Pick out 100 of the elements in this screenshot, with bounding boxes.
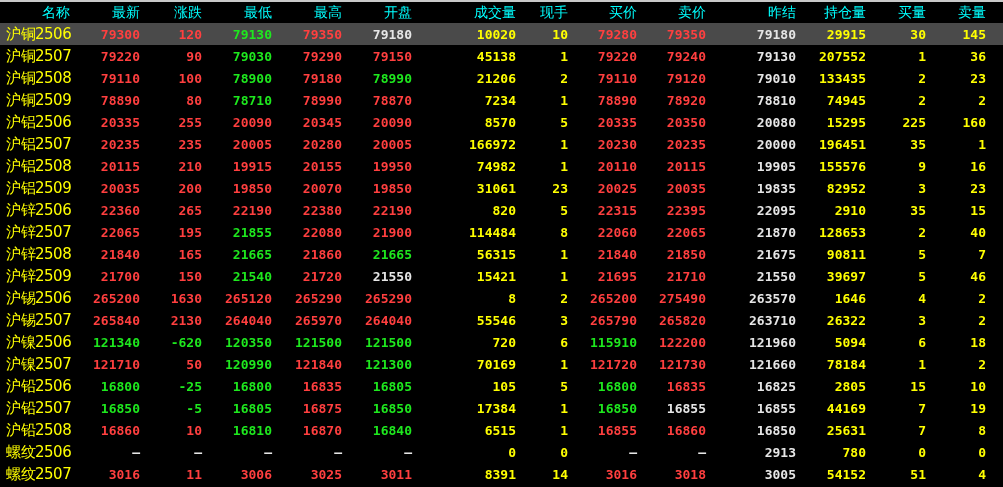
column-header[interactable]: 最低 — [202, 3, 272, 22]
table-cell-text: 22095 — [755, 202, 796, 218]
table-row[interactable]: 沪铅2506 16800 -25 16800 16835 16805 105 5 16800 16835 16825 2805 15 10 — [0, 375, 1003, 397]
table-cell-text: 20000 — [755, 136, 796, 152]
table-cell-text: 2 — [917, 70, 926, 86]
table-cell-text: 120350 — [224, 334, 272, 350]
table-row[interactable]: 沪铜2506 79300 120 79130 79350 79180 10020 10 79280 79350 79180 29915 30 145 — [0, 23, 1003, 45]
table-cell-text: 16835 — [301, 378, 342, 394]
table-cell-text: 7 — [977, 246, 986, 262]
table-cell-text: 0 — [559, 444, 568, 460]
table-cell-text: 160 — [961, 114, 986, 130]
column-header[interactable]: 最高 — [272, 3, 342, 22]
table-row[interactable]: 沪锌2507 22065 195 21855 22080 21900 114484 8 22060 22065 21870 128653 2 40 — [0, 221, 1003, 243]
column-header[interactable]: 名称 — [0, 3, 72, 22]
table-cell-text: 200 — [177, 180, 202, 196]
table-row[interactable]: 沪铝2509 20035 200 19850 20070 19850 31061 23 20025 20035 19835 82952 3 23 — [0, 177, 1003, 199]
table-cell-text: 121660 — [748, 356, 796, 372]
table-row[interactable]: 螺纹2507 3016 11 3006 3025 3011 8391 14 3016 3018 3005 54152 51 4 — [0, 463, 1003, 485]
column-header[interactable]: 现手 — [516, 3, 568, 22]
table-cell-text: 121710 — [92, 356, 140, 372]
table-cell-text: 79130 — [231, 26, 272, 42]
table-cell-text: 36 — [969, 48, 986, 64]
table-cell-text: -620 — [169, 334, 202, 350]
table-cell-text: 1 — [559, 48, 568, 64]
table-cell-text: 0 — [977, 444, 986, 460]
column-header[interactable]: 开盘 — [342, 3, 412, 22]
table-cell-text: 79180 — [301, 70, 342, 86]
table-row[interactable]: 螺纹2506 — — — — — 0 0 — — 2913 780 0 0 — [0, 441, 1003, 463]
table-cell-text: 11 — [185, 466, 202, 482]
contract-name: 沪锡2506 — [5, 288, 72, 308]
table-cell-text: 2130 — [169, 312, 202, 328]
table-cell-text: 74945 — [825, 92, 866, 108]
table-row[interactable]: 沪铝2506 20335 255 20090 20345 20090 8570 5 20335 20350 20080 15295 225 160 — [0, 111, 1003, 133]
table-cell-text: 2 — [977, 290, 986, 306]
contract-name: 沪镍2506 — [5, 332, 72, 352]
table-row[interactable]: 沪锡2506 265200 1630 265120 265290 265290 8 2 265200 275490 263570 1646 4 2 — [0, 287, 1003, 309]
table-row[interactable]: 沪镍2507 121710 50 120990 121840 121300 70169 1 121720 121730 121660 78184 1 2 — [0, 353, 1003, 375]
table-cell-text: 79350 — [665, 26, 706, 42]
table-cell-text: 210 — [177, 158, 202, 174]
table-cell-text: 15 — [969, 202, 986, 218]
table-row[interactable]: 沪锌2506 22360 265 22190 22380 22190 820 5 22315 22395 22095 2910 35 15 — [0, 199, 1003, 221]
table-cell-text: 1 — [559, 158, 568, 174]
table-row[interactable]: 沪铜2507 79220 90 79030 79290 79150 45138 1 79220 79240 79130 207552 1 36 — [0, 45, 1003, 67]
table-cell-text: 20090 — [371, 114, 412, 130]
table-row[interactable]: 沪锡2507 265840 2130 264040 265970 264040 55546 3 265790 265820 263710 26322 3 2 — [0, 309, 1003, 331]
table-cell-text: 1 — [559, 400, 568, 416]
table-cell-text: 25631 — [825, 422, 866, 438]
table-cell-text: 3016 — [107, 466, 140, 482]
table-row[interactable]: 沪铜2508 79110 100 78900 79180 78990 21206 2 79110 79120 79010 133435 2 23 — [0, 67, 1003, 89]
table-cell-text: 78710 — [231, 92, 272, 108]
table-cell-text: 20235 — [665, 136, 706, 152]
column-header[interactable]: 最新 — [72, 3, 140, 22]
table-cell-text: 155576 — [818, 158, 866, 174]
table-cell-text: 78184 — [825, 356, 866, 372]
table-cell-text: 79280 — [596, 26, 637, 42]
column-header[interactable]: 卖量 — [926, 3, 986, 22]
column-header[interactable]: 昨结 — [706, 3, 796, 22]
column-header[interactable]: 涨跌 — [140, 3, 202, 22]
table-cell-text: 1630 — [169, 290, 202, 306]
table-cell-text: 165 — [177, 246, 202, 262]
table-cell-text: 20090 — [231, 114, 272, 130]
table-cell-text: 8 — [559, 224, 568, 240]
table-cell-text: 23 — [969, 180, 986, 196]
table-row[interactable]: 沪铅2507 16850 -5 16805 16875 16850 17384 1 16850 16855 16855 44169 7 19 — [0, 397, 1003, 419]
table-cell-text: 16860 — [665, 422, 706, 438]
column-header[interactable]: 买量 — [866, 3, 926, 22]
column-header[interactable]: 成交量 — [412, 3, 516, 22]
contract-name: 沪铜2507 — [5, 46, 72, 66]
table-cell-text: 3006 — [239, 466, 272, 482]
table-cell-text: 3016 — [604, 466, 637, 482]
table-row[interactable]: 沪铅2508 16860 10 16810 16870 16840 6515 1 16855 16860 16850 25631 7 8 — [0, 419, 1003, 441]
column-header[interactable]: 卖价 — [637, 3, 706, 22]
table-cell-text: 2805 — [833, 378, 866, 394]
table-row[interactable]: 沪铝2507 20235 235 20005 20280 20005 166972 1 20230 20235 20000 196451 35 1 — [0, 133, 1003, 155]
table-row[interactable]: 沪铝2508 20115 210 19915 20155 19950 74982 1 20110 20115 19905 155576 9 16 — [0, 155, 1003, 177]
table-cell-text: 121340 — [92, 334, 140, 350]
table-cell-text: 225 — [901, 114, 926, 130]
contract-name: 沪铜2506 — [5, 24, 72, 44]
table-cell-text: 121960 — [748, 334, 796, 350]
table-cell-text: 22190 — [231, 202, 272, 218]
table-cell-text: 20155 — [301, 158, 342, 174]
table-cell-text: 115910 — [589, 334, 637, 350]
column-header[interactable]: 持仓量 — [796, 3, 866, 22]
table-row[interactable]: 沪锌2509 21700 150 21540 21720 21550 15421 1 21695 21710 21550 39697 5 46 — [0, 265, 1003, 287]
table-cell-text: 21550 — [755, 268, 796, 284]
table-cell-text: 20070 — [301, 180, 342, 196]
table-cell-text: 5094 — [833, 334, 866, 350]
table-row[interactable]: 沪锌2508 21840 165 21665 21860 21665 56315 1 21840 21850 21675 90811 5 7 — [0, 243, 1003, 265]
table-cell-text: 16850 — [371, 400, 412, 416]
table-cell-text: 275490 — [658, 290, 706, 306]
table-cell-text: 22065 — [665, 224, 706, 240]
table-row[interactable]: 沪铜2509 78890 80 78710 78990 78870 7234 1 78890 78920 78810 74945 2 2 — [0, 89, 1003, 111]
table-cell-text: 20115 — [665, 158, 706, 174]
table-cell-text: 1 — [917, 48, 926, 64]
contract-name: 沪锌2506 — [5, 200, 72, 220]
table-cell-text: 19950 — [371, 158, 412, 174]
table-row[interactable]: 沪镍2506 121340 -620 120350 121500 121500 720 6 115910 122200 121960 5094 6 18 — [0, 331, 1003, 353]
table-cell-text: — — [628, 444, 637, 460]
table-cell-text: 9 — [917, 158, 926, 174]
column-header[interactable]: 买价 — [568, 3, 637, 22]
